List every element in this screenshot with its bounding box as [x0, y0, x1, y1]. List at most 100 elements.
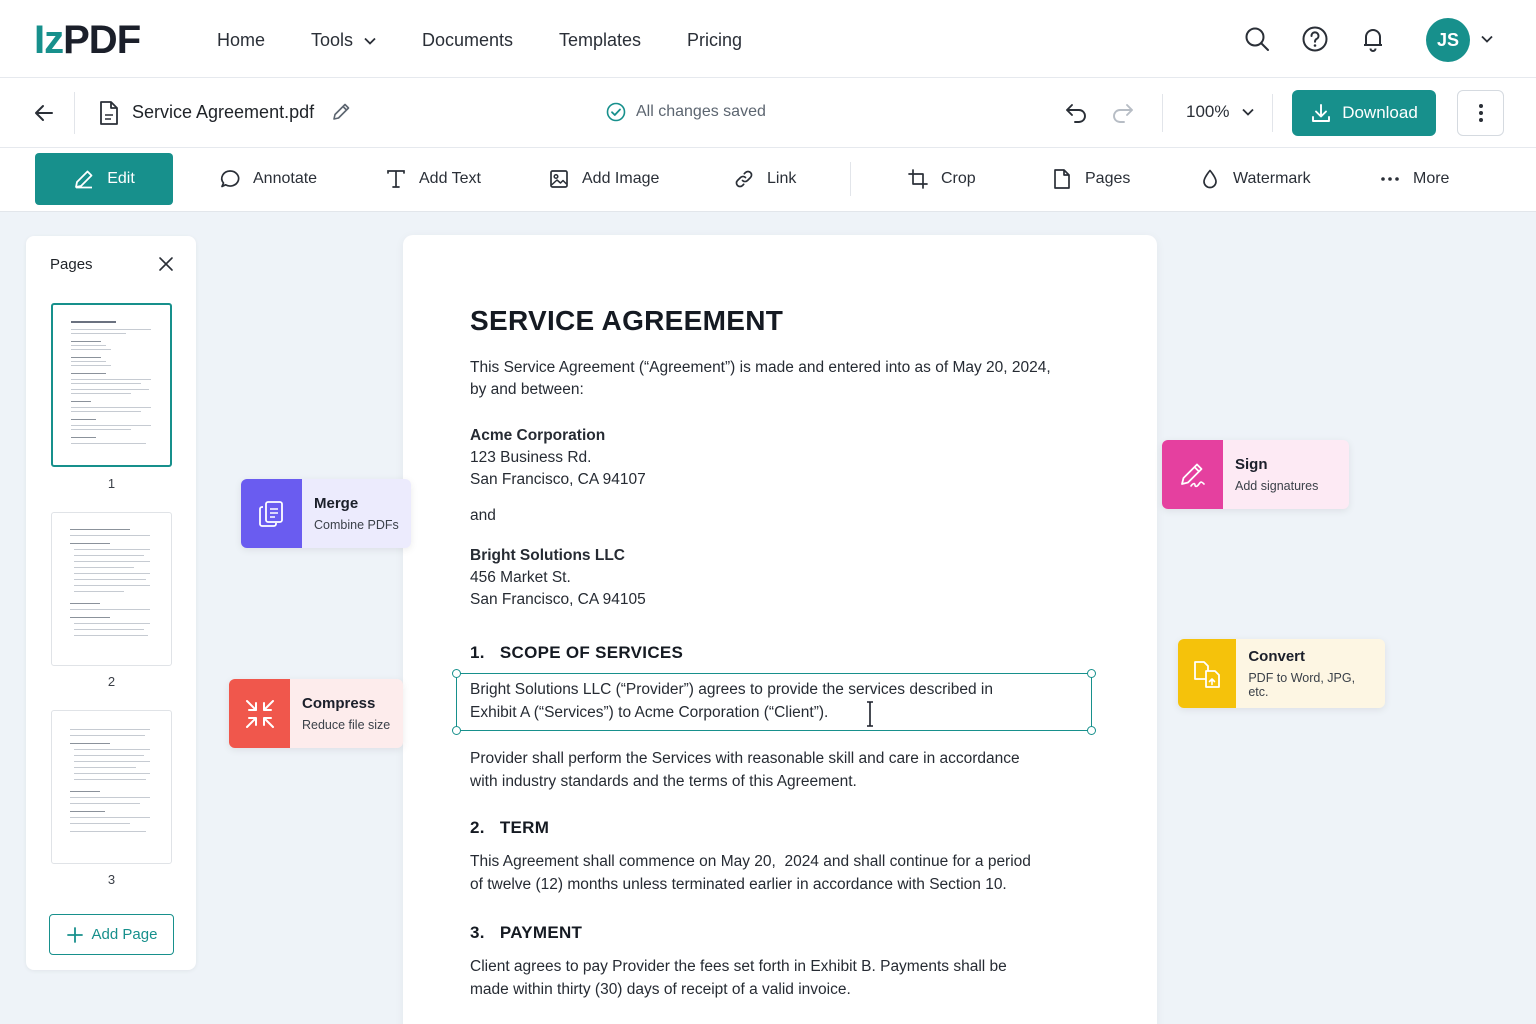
compress-icon: [245, 699, 274, 728]
download-button[interactable]: Download: [1292, 90, 1436, 136]
section-1-selected-line-1[interactable]: Bright Solutions LLC (“Provider”) agrees…: [470, 679, 1090, 701]
add-page-label: Add Page: [91, 926, 158, 943]
resize-handle[interactable]: [1087, 726, 1096, 735]
add-text-label: Add Text: [419, 170, 481, 187]
section-2-line-1[interactable]: This Agreement shall commence on May 20,…: [470, 851, 1090, 873]
section-2-line-2[interactable]: of twelve (12) months unless terminated …: [470, 874, 1090, 896]
save-status: All changes saved: [606, 102, 766, 122]
image-icon: [550, 170, 568, 188]
search-icon[interactable]: [1242, 24, 1272, 54]
plus-icon: [66, 926, 83, 943]
save-status-text: All changes saved: [636, 103, 766, 120]
intro-line-1[interactable]: This Service Agreement (“Agreement”) is …: [470, 357, 1090, 379]
page-thumbnail-2[interactable]: [51, 512, 172, 666]
nav-documents[interactable]: Documents: [422, 30, 513, 51]
divider: [850, 162, 851, 196]
section-2-heading[interactable]: 2. TERM: [470, 818, 549, 838]
party1-name[interactable]: Acme Corporation: [470, 425, 1090, 447]
merge-title: Merge: [314, 495, 359, 512]
logo-prefix: Iz: [34, 18, 64, 62]
compress-feature-card[interactable]: Compress Reduce file size: [229, 679, 403, 748]
chevron-down-icon: [1242, 108, 1255, 116]
text-icon: [387, 170, 405, 188]
nav-templates[interactable]: Templates: [559, 30, 641, 51]
page-number-1: 1: [107, 476, 116, 491]
party2-address-1[interactable]: 456 Market St.: [470, 567, 1090, 589]
user-avatar[interactable]: JS: [1426, 18, 1470, 62]
sign-feature-card[interactable]: Sign Add signatures: [1162, 440, 1349, 509]
section-1-para-line-1[interactable]: Provider shall perform the Services with…: [470, 748, 1090, 770]
compress-title: Compress: [302, 695, 376, 712]
more-tools-button[interactable]: More: [1379, 168, 1449, 190]
redo-icon[interactable]: [1110, 100, 1136, 126]
divider: [1272, 94, 1273, 132]
section-3-line-2[interactable]: made within thirty (30) days of receipt …: [470, 979, 1090, 1001]
vertical-dots-icon: [1478, 104, 1483, 122]
section-1-heading[interactable]: 1. SCOPE OF SERVICES: [470, 643, 683, 663]
link-tool-button[interactable]: Link: [733, 168, 796, 190]
chevron-down-icon: [364, 37, 376, 45]
party1-address-1[interactable]: 123 Business Rd.: [470, 447, 1090, 469]
help-icon[interactable]: [1300, 24, 1330, 54]
party2-address-2[interactable]: San Francisco, CA 94105: [470, 589, 1090, 611]
pencil-icon: [75, 170, 93, 189]
file-name: Service Agreement.pdf: [132, 102, 315, 122]
resize-handle[interactable]: [1087, 669, 1096, 678]
edit-label: Edit: [107, 170, 135, 187]
convert-icon-tile: [1178, 639, 1237, 708]
party1-address-2[interactable]: San Francisco, CA 94107: [470, 469, 1090, 491]
nav-home[interactable]: Home: [217, 30, 265, 51]
page-icon: [1054, 169, 1070, 189]
pages-label: Pages: [1085, 170, 1131, 187]
top-navigation: IzPDF Home Tools Documents Templates Pri…: [0, 0, 1536, 78]
add-image-tool-button[interactable]: Add Image: [548, 168, 659, 190]
compress-icon-tile: [229, 679, 290, 748]
zoom-select[interactable]: 100%: [1186, 102, 1255, 122]
convert-title: Convert: [1248, 648, 1306, 665]
intro-line-2[interactable]: by and between:: [470, 379, 1090, 401]
page-number-3: 3: [107, 872, 116, 887]
add-page-button[interactable]: Add Page: [49, 914, 174, 955]
merge-feature-card[interactable]: Merge Combine PDFs: [241, 479, 411, 548]
crop-tool-button[interactable]: Crop: [907, 168, 976, 190]
section-1-para-line-2[interactable]: with industry standards and the terms of…: [470, 771, 1090, 793]
izpdf-logo[interactable]: IzPDF: [34, 18, 141, 63]
crop-label: Crop: [941, 170, 976, 187]
add-text-tool-button[interactable]: Add Text: [385, 168, 481, 190]
edit-tool-button[interactable]: Edit: [35, 153, 173, 205]
conjunction-text[interactable]: and: [470, 505, 1090, 527]
section-3-line-1[interactable]: Client agrees to pay Provider the fees s…: [470, 956, 1090, 978]
divider: [74, 92, 75, 134]
chevron-down-icon[interactable]: [1478, 30, 1496, 48]
bell-icon[interactable]: [1358, 24, 1388, 54]
annotate-tool-button[interactable]: Annotate: [219, 168, 317, 190]
undo-icon[interactable]: [1063, 100, 1089, 126]
annotate-label: Annotate: [253, 170, 318, 187]
watermark-tool-button[interactable]: Watermark: [1199, 168, 1311, 190]
resize-handle[interactable]: [452, 726, 461, 735]
pages-tool-button[interactable]: Pages: [1051, 168, 1130, 190]
close-icon[interactable]: [158, 256, 174, 272]
link-icon: [735, 170, 753, 188]
document-title[interactable]: SERVICE AGREEMENT: [470, 305, 783, 337]
file-bar: Service Agreement.pdf All changes saved …: [0, 78, 1536, 148]
more-options-button[interactable]: [1457, 90, 1504, 136]
section-1-selected-line-2[interactable]: Exhibit A (“Services”) to Acme Corporati…: [470, 702, 1090, 724]
nav-tools[interactable]: Tools: [311, 30, 377, 51]
nav-pricing[interactable]: Pricing: [687, 30, 742, 51]
signature-icon: [1180, 463, 1205, 487]
sign-subtitle: Add signatures: [1235, 479, 1319, 493]
section-3-heading[interactable]: 3. PAYMENT: [470, 923, 582, 943]
merge-icon-tile: [241, 479, 302, 548]
page-thumbnail-1[interactable]: [51, 303, 172, 467]
pencil-icon[interactable]: [330, 101, 352, 123]
page-thumbnail-3[interactable]: [51, 710, 172, 864]
convert-feature-card[interactable]: Convert PDF to Word, JPG, etc.: [1178, 639, 1385, 708]
back-arrow-icon[interactable]: [30, 100, 58, 126]
document-page[interactable]: SERVICE AGREEMENT This Service Agreement…: [403, 235, 1157, 1024]
download-icon: [1312, 104, 1331, 122]
link-label: Link: [767, 170, 797, 187]
file-icon: [100, 101, 118, 125]
resize-handle[interactable]: [452, 669, 461, 678]
party2-name[interactable]: Bright Solutions LLC: [470, 545, 1090, 567]
